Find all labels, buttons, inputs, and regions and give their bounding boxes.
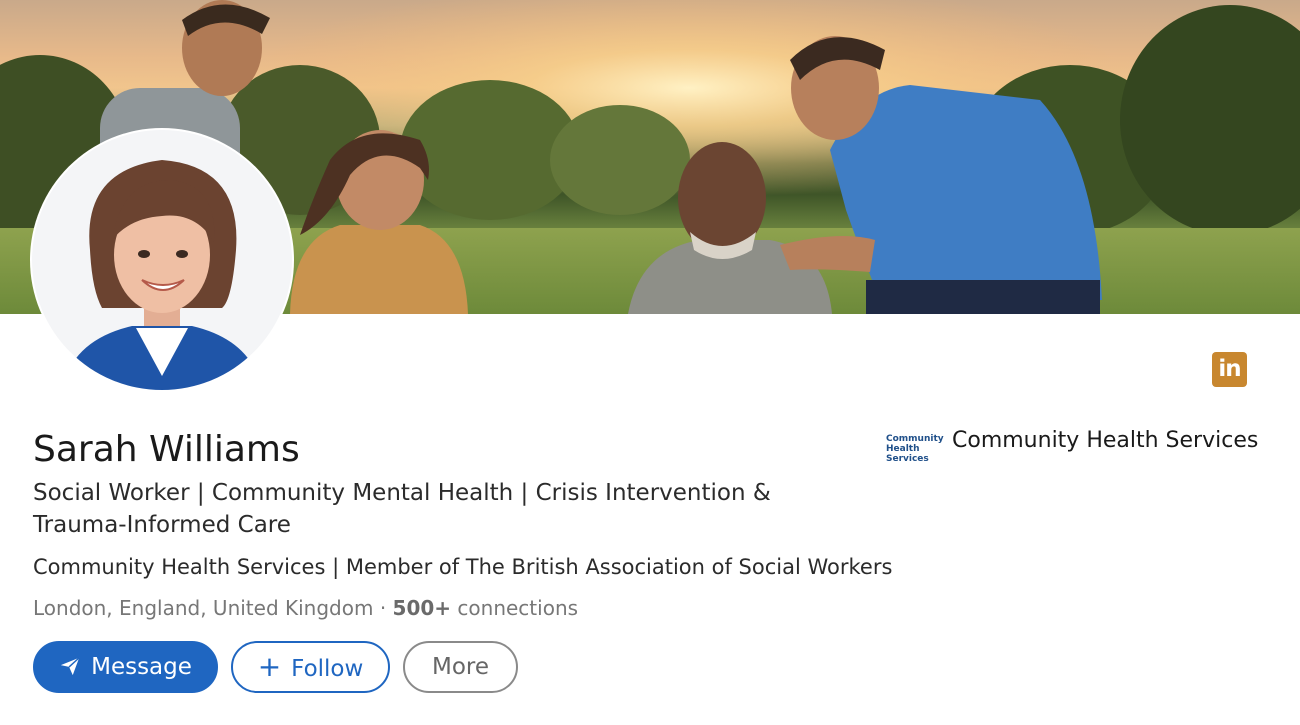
linkedin-icon[interactable]: in <box>1212 352 1247 387</box>
profile-photo[interactable] <box>32 130 292 390</box>
connections-count[interactable]: 500+ <box>393 596 452 620</box>
company-logo-line: Services <box>886 454 929 464</box>
profile-organizations: Community Health Services | Member of Th… <box>33 555 893 579</box>
message-button-label: Message <box>91 654 192 680</box>
current-company[interactable]: Community Health Services Community Heal… <box>886 424 1266 468</box>
company-logo-line: Community <box>886 434 944 444</box>
profile-meta: London, England, United Kingdom · 500+ c… <box>33 594 578 622</box>
profile-card: in Sarah Williams Social Worker | Commun… <box>0 0 1300 725</box>
profile-photo-portrait <box>32 130 292 390</box>
more-button-label: More <box>431 654 490 680</box>
connections-label[interactable]: connections <box>451 596 578 620</box>
profile-name: Sarah Williams <box>33 429 300 470</box>
message-button[interactable]: Message <box>33 641 218 693</box>
plus-icon: + <box>257 650 282 683</box>
meta-separator: · <box>373 596 393 620</box>
profile-location: London, England, United Kingdom <box>33 596 374 620</box>
company-logo[interactable]: Community Health Services <box>886 434 944 464</box>
company-name[interactable]: Community Health Services <box>952 426 1258 456</box>
more-button[interactable]: More <box>403 641 518 693</box>
paper-plane-icon <box>60 656 80 675</box>
company-logo-line: Health <box>886 444 920 454</box>
profile-headline: Social Worker | Community Mental Health … <box>33 480 771 538</box>
follow-button-label: Follow <box>291 656 364 682</box>
follow-button[interactable]: + Follow <box>231 641 390 693</box>
